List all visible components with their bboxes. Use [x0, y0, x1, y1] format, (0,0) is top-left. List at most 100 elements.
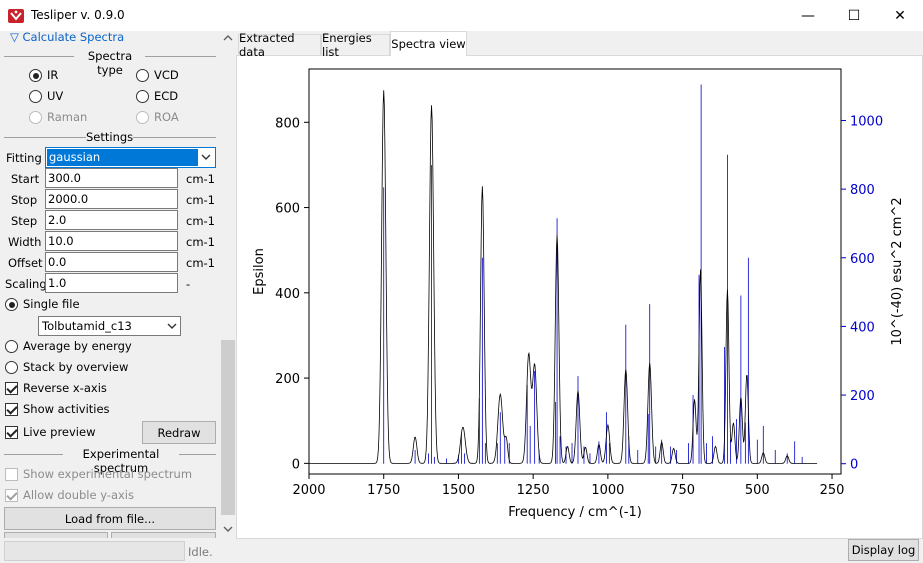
offset-unit: cm-1	[186, 256, 215, 270]
single-file-label: Single file	[23, 297, 80, 311]
y-right-axis-label: 10^(-40) esu^2 cm^2	[890, 197, 905, 345]
x-tick-label: 750	[670, 483, 695, 498]
step-input[interactable]: 2.0	[45, 210, 178, 230]
x-tick-label: 500	[745, 483, 770, 498]
radio-ir[interactable]	[29, 69, 42, 82]
scaling-label: Scaling	[5, 277, 47, 291]
show-activities-label: Show activities	[23, 402, 110, 416]
tab-extracted-data[interactable]: Extracted data	[238, 31, 321, 59]
tab-spectra-view[interactable]: Spectra view	[390, 31, 467, 56]
y-right-tick-label: 0	[850, 458, 858, 473]
radio-vcd-label: VCD	[154, 68, 179, 82]
show-activities-checkbox[interactable]	[5, 403, 18, 416]
y-tick-label: 200	[275, 372, 300, 387]
step-unit: cm-1	[186, 214, 215, 228]
y-right-tick-label: 800	[850, 183, 875, 198]
divider	[4, 137, 86, 138]
y-tick-label: 600	[275, 202, 300, 217]
calculate-spectra-link[interactable]: ▽ Calculate Spectra	[10, 30, 124, 44]
maximize-icon: ☐	[847, 7, 861, 24]
divider	[4, 454, 63, 455]
chevron-down-icon	[167, 323, 177, 329]
radio-roa[interactable]	[136, 111, 149, 124]
average-label: Average by energy	[23, 339, 132, 353]
scaling-unit: -	[186, 277, 191, 291]
y-right-tick-label: 1000	[850, 114, 883, 129]
live-preview-checkbox[interactable]	[5, 426, 18, 439]
reverse-x-checkbox[interactable]	[5, 382, 18, 395]
double-y-checkbox[interactable]	[5, 489, 18, 502]
start-label: Start	[11, 172, 40, 186]
stop-input[interactable]: 2000.0	[45, 189, 178, 209]
radio-average[interactable]	[5, 340, 18, 353]
minimize-icon: —	[801, 7, 815, 24]
load-from-file-button[interactable]: Load from file...	[4, 507, 216, 530]
y-tick-label: 800	[275, 116, 300, 131]
radio-uv[interactable]	[29, 90, 42, 103]
reverse-x-label: Reverse x-axis	[23, 381, 107, 395]
divider	[4, 56, 74, 57]
stop-unit: cm-1	[186, 193, 215, 207]
conformer-select[interactable]: Tolbutamid_c13	[38, 316, 181, 336]
radio-roa-label: ROA	[154, 110, 179, 124]
y-axis-label: Epsilon	[252, 248, 267, 295]
conformer-selected-value: Tolbutamid_c13	[42, 319, 132, 333]
fitting-selected-value: gaussian	[47, 149, 198, 166]
hidden-button-row	[4, 532, 108, 538]
scaling-input[interactable]: 1.0	[45, 273, 178, 293]
y-tick-label: 0	[292, 457, 300, 472]
width-input[interactable]: 10.0	[45, 231, 178, 251]
radio-stack[interactable]	[5, 361, 18, 374]
radio-vcd[interactable]	[136, 69, 149, 82]
y-tick-label: 400	[275, 287, 300, 302]
x-axis-label: Frequency / cm^(-1)	[508, 505, 642, 520]
status-text: Idle.	[188, 545, 213, 559]
y-right-tick-label: 400	[850, 320, 875, 335]
radio-raman[interactable]	[29, 111, 42, 124]
x-tick-label: 1750	[367, 483, 400, 498]
settings-title: Settings	[86, 130, 134, 144]
scroll-up-icon[interactable]	[223, 34, 233, 42]
x-tick-label: 1250	[517, 483, 550, 498]
y-right-tick-label: 200	[850, 389, 875, 404]
radio-uv-label: UV	[47, 89, 64, 103]
step-label: Step	[11, 214, 38, 228]
stack-label: Stack by overview	[23, 360, 129, 374]
double-y-label: Allow double y-axis	[23, 488, 134, 502]
offset-input[interactable]: 0.0	[45, 252, 178, 272]
tab-energies-list[interactable]: Energies list	[321, 31, 390, 59]
radio-ir-label: IR	[47, 68, 59, 82]
y-right-tick-label: 600	[850, 252, 875, 267]
fitting-select[interactable]: gaussian	[45, 147, 216, 168]
scroll-thumb[interactable]	[221, 340, 235, 515]
app-icon	[8, 9, 24, 23]
close-icon: ✕	[894, 7, 906, 24]
spectrum-chart: 2000 1750 1500 1250 1000 750 500 25002004006008…	[252, 68, 905, 520]
scroll-down-icon[interactable]	[223, 525, 233, 533]
progress-bar	[4, 541, 185, 561]
start-unit: cm-1	[186, 172, 215, 186]
width-unit: cm-1	[186, 235, 215, 249]
hidden-button-row	[111, 532, 216, 538]
width-label: Width	[8, 235, 42, 249]
x-tick-label: 250	[820, 483, 845, 498]
x-tick-label: 1000	[591, 483, 624, 498]
spectra-type-title: Spectra type	[87, 49, 133, 77]
radio-single-file[interactable]	[5, 298, 18, 311]
window-title: Tesliper v. 0.9.0	[31, 8, 125, 22]
start-input[interactable]: 300.0	[45, 168, 178, 188]
display-log-button[interactable]: Display log	[848, 539, 919, 561]
radio-ecd[interactable]	[136, 90, 149, 103]
divider	[179, 454, 216, 455]
divider	[133, 137, 216, 138]
x-tick-label: 1500	[442, 483, 475, 498]
show-experimental-checkbox[interactable]	[5, 468, 18, 481]
divider	[145, 56, 216, 57]
minimize-button[interactable]: —	[785, 0, 831, 31]
show-experimental-label: Show experimental spectrum	[23, 467, 193, 481]
radio-ecd-label: ECD	[154, 89, 179, 103]
maximize-button[interactable]: ☐	[831, 0, 877, 31]
redraw-button[interactable]: Redraw	[142, 421, 216, 444]
live-preview-label: Live preview	[23, 425, 96, 439]
close-button[interactable]: ✕	[877, 0, 923, 31]
